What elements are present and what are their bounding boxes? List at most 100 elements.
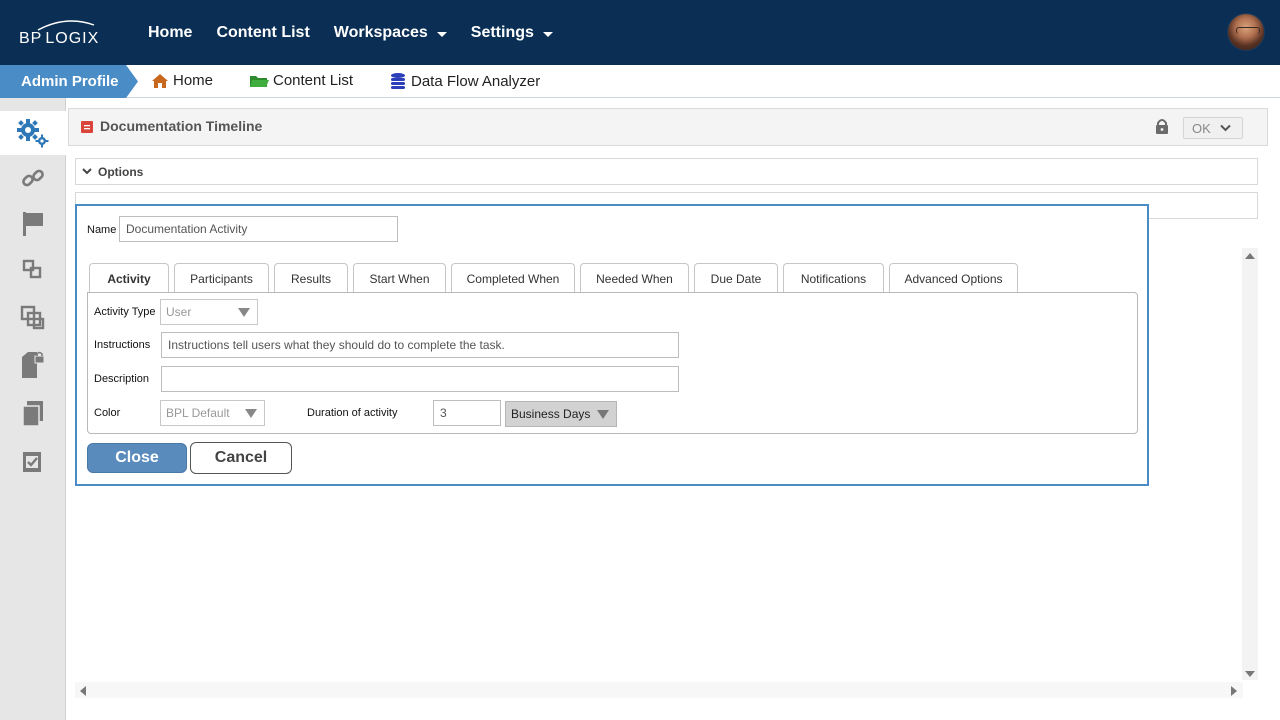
tab-due-date[interactable]: Due Date xyxy=(694,263,778,293)
nav-settings[interactable]: Settings xyxy=(471,24,553,42)
close-button[interactable]: Close xyxy=(87,443,187,473)
locked-document-icon xyxy=(22,351,45,378)
tab-label: Due Date xyxy=(710,271,762,286)
logo-bp-text: BP xyxy=(19,30,43,47)
close-button-label: Close xyxy=(115,449,159,466)
sidebar-item-links[interactable] xyxy=(0,156,66,200)
tab-label: Activity xyxy=(107,271,151,286)
document-header: Documentation Timeline OK xyxy=(68,108,1268,146)
copy-layers-icon xyxy=(20,305,45,330)
tab-needed-when[interactable]: Needed When xyxy=(580,263,689,293)
breadcrumb-home-label: Home xyxy=(173,72,214,89)
sidebar-item-milestones[interactable] xyxy=(0,202,66,246)
duration-unit-value: Business Days xyxy=(511,407,591,421)
document-title: Documentation Timeline xyxy=(100,118,263,134)
sidebar-item-settings[interactable] xyxy=(0,111,66,155)
nav-home-label: Home xyxy=(148,24,193,41)
options-section-label: Options xyxy=(98,164,144,179)
gears-icon xyxy=(17,119,49,148)
sidebar-item-documents[interactable] xyxy=(0,392,66,436)
nav-settings-label: Settings xyxy=(470,24,534,41)
nav-content-list[interactable]: Content List xyxy=(216,24,309,42)
link-icon xyxy=(22,169,44,187)
main-menu: Home Content List Workspaces Settings xyxy=(148,24,577,42)
instructions-input[interactable]: Instructions tell users what they should… xyxy=(161,332,679,358)
tab-label: Notifications xyxy=(800,271,867,286)
activity-properties-dialog: Name Documentation Activity Activity Par… xyxy=(75,204,1149,486)
tab-participants[interactable]: Participants xyxy=(174,263,269,293)
flag-icon xyxy=(23,212,43,236)
folder-icon xyxy=(250,75,269,87)
documents-icon xyxy=(22,401,43,427)
activity-type-select[interactable]: User xyxy=(160,299,258,325)
breadcrumb-data-flow-label: Data Flow Analyzer xyxy=(411,72,541,90)
admin-profile-crumb[interactable]: Admin Profile xyxy=(0,65,138,98)
nav-workspaces[interactable]: Workspaces xyxy=(334,24,447,42)
sidebar-item-subprocess[interactable] xyxy=(0,248,66,292)
color-value: BPL Default xyxy=(166,406,230,420)
subprocess-icon xyxy=(22,259,42,279)
checklist-icon xyxy=(23,452,41,472)
tab-label: Participants xyxy=(190,271,253,286)
breadcrumb-content-list[interactable]: Content List xyxy=(249,72,353,89)
admin-profile-label: Admin Profile xyxy=(21,73,119,90)
options-section-toggle[interactable]: Options xyxy=(75,158,1258,185)
ok-dropdown-button[interactable]: OK xyxy=(1183,117,1243,139)
color-select[interactable]: BPL Default xyxy=(160,400,265,426)
chevron-down-icon xyxy=(1220,124,1231,132)
tab-notifications[interactable]: Notifications xyxy=(783,263,884,293)
home-icon xyxy=(152,73,168,88)
nav-content-list-label: Content List xyxy=(216,24,310,41)
name-input[interactable]: Documentation Activity xyxy=(119,216,398,242)
scroll-left-arrow-icon[interactable] xyxy=(80,686,86,696)
tab-completed-when[interactable]: Completed When xyxy=(451,263,575,293)
dropdown-arrow-icon xyxy=(245,409,257,418)
cancel-button[interactable]: Cancel xyxy=(190,442,292,474)
duration-unit-select[interactable]: Business Days xyxy=(505,401,617,427)
sidebar-item-tasks[interactable] xyxy=(0,440,66,484)
scroll-down-arrow-icon[interactable] xyxy=(1245,671,1255,677)
activity-tabs: Activity Participants Results Start When… xyxy=(89,263,1023,293)
logo-logix-text: LOGIX xyxy=(45,30,100,47)
top-navigation-bar: BP LOGIX Home Content List Workspaces Se… xyxy=(0,0,1280,65)
scroll-right-arrow-icon[interactable] xyxy=(1231,686,1237,696)
nav-home[interactable]: Home xyxy=(148,24,192,42)
color-label: Color xyxy=(94,407,121,419)
cancel-button-label: Cancel xyxy=(214,449,268,466)
process-document-icon xyxy=(81,121,93,133)
chevron-down-icon xyxy=(82,168,92,175)
activity-type-value: User xyxy=(166,305,192,319)
duration-value: 3 xyxy=(440,406,447,420)
tab-start-when[interactable]: Start When xyxy=(353,263,446,293)
activity-type-label: Activity Type xyxy=(94,306,156,318)
bp-logix-logo[interactable]: BP LOGIX xyxy=(19,20,100,48)
instructions-value: Instructions tell users what they should… xyxy=(168,338,505,352)
vertical-scrollbar[interactable] xyxy=(1242,248,1258,680)
tab-activity[interactable]: Activity xyxy=(89,263,169,293)
horizontal-scrollbar[interactable] xyxy=(75,682,1243,698)
lock-icon[interactable] xyxy=(1155,118,1169,135)
tab-results[interactable]: Results xyxy=(274,263,348,293)
ok-button-label: OK xyxy=(1192,120,1211,136)
breadcrumb-data-flow-analyzer[interactable]: Data Flow Analyzer xyxy=(389,72,540,90)
description-input[interactable] xyxy=(161,366,679,392)
sidebar-item-copy[interactable] xyxy=(0,296,66,340)
caret-down-icon xyxy=(436,31,447,37)
database-icon xyxy=(391,73,405,89)
tab-label: Needed When xyxy=(596,271,673,286)
sidebar-item-locked-document[interactable] xyxy=(0,343,66,387)
dropdown-arrow-icon xyxy=(238,308,250,317)
duration-input[interactable]: 3 xyxy=(433,400,501,426)
user-avatar[interactable] xyxy=(1227,13,1265,51)
name-label: Name xyxy=(87,224,117,236)
name-input-value: Documentation Activity xyxy=(126,222,248,236)
breadcrumb-content-list-label: Content List xyxy=(273,72,354,89)
duration-label: Duration of activity xyxy=(307,407,398,419)
tab-label: Start When xyxy=(369,271,430,286)
scroll-up-arrow-icon[interactable] xyxy=(1245,253,1255,259)
description-label: Description xyxy=(94,373,150,385)
instructions-label: Instructions xyxy=(94,339,151,351)
tab-label: Completed When xyxy=(466,271,560,286)
breadcrumb-home[interactable]: Home xyxy=(151,72,213,89)
tab-advanced-options[interactable]: Advanced Options xyxy=(889,263,1018,293)
